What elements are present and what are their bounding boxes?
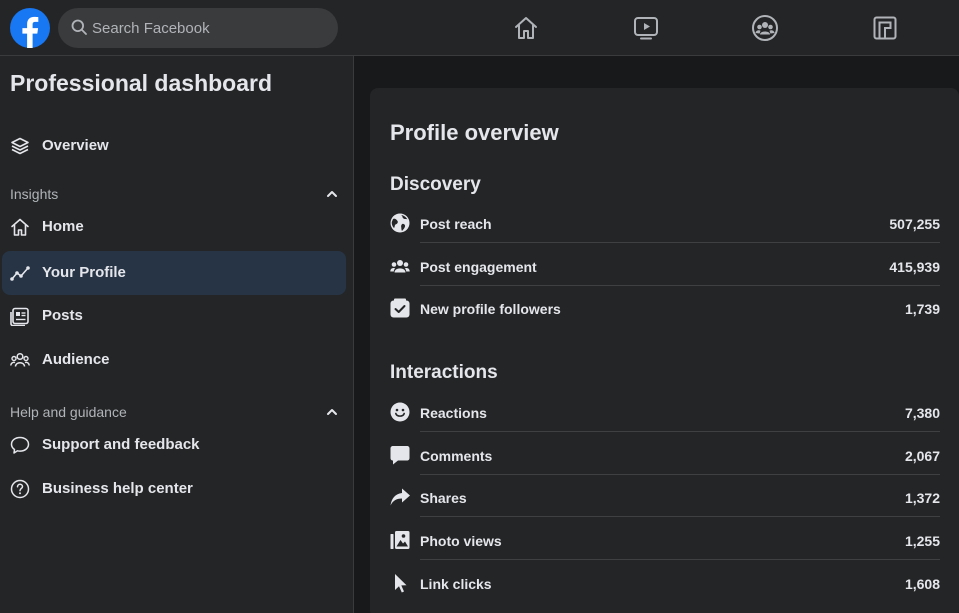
metric-label: Comments [420,448,493,464]
metric-label: Link clicks [420,576,492,592]
metric-value: 415,939 [889,259,940,275]
sidebar-item-label: Your Profile [42,264,126,281]
chevron-up-icon[interactable] [326,188,338,200]
share-arrow-icon [390,488,410,506]
people-icon [390,260,410,273]
section-label: Insights [10,186,59,202]
sidebar-item-home[interactable]: Home [2,205,346,249]
metric-value: 1,372 [904,490,940,506]
sidebar-item-audience[interactable]: Audience [2,338,346,382]
sidebar-item-overview[interactable]: Overview [2,124,346,168]
section-label: Help and guidance [10,404,127,420]
metric-label: Shares [420,490,467,506]
search-icon [71,19,87,35]
metric-row-comments: Comments 2,067 [390,445,940,488]
metric-value: 507,255 [889,216,940,232]
sidebar-title: Professional dashboard [10,70,273,96]
metric-label: Post engagement [420,259,537,275]
sidebar-item-label: Support and feedback [42,436,200,453]
facebook-logo-icon[interactable] [10,8,50,48]
smiley-icon [390,402,410,422]
metric-value: 7,380 [904,405,940,421]
row-divider [420,516,940,517]
sidebar: Professional dashboard Overview Insights… [0,56,354,613]
profile-overview-card: Profile overview Discovery Post reach 50… [370,88,959,613]
sidebar-item-posts[interactable]: Posts [2,294,346,338]
audience-icon [10,352,30,367]
search-input[interactable] [92,8,328,48]
watch-icon[interactable] [632,14,660,42]
sidebar-item-support-feedback[interactable]: Support and feedback [2,423,346,467]
insights-section-header[interactable]: Insights [10,184,346,204]
layers-icon [11,137,29,155]
speech-bubble-icon [10,436,30,454]
metric-value: 1,608 [904,576,940,592]
question-circle-icon [10,479,30,499]
trend-line-icon [10,266,30,281]
metric-row-post-reach: Post reach 507,255 [390,213,940,256]
discovery-heading: Discovery [390,174,481,195]
chevron-up-icon[interactable] [326,406,338,418]
top-navigation-bar [0,0,959,56]
posts-icon [10,307,29,326]
interactions-heading: Interactions [390,362,498,383]
globe-icon [390,213,410,233]
comment-icon [390,446,410,465]
follower-check-icon [390,298,410,318]
row-divider [420,474,940,475]
home-icon[interactable] [512,14,540,42]
sidebar-item-label: Business help center [42,480,193,497]
metric-row-reactions: Reactions 7,380 [390,402,940,445]
metric-row-link-clicks: Link clicks 1,608 [390,573,940,613]
sidebar-item-label: Home [42,218,84,235]
metric-label: Reactions [420,405,487,421]
groups-icon[interactable] [751,14,779,42]
page-title: Profile overview [390,120,559,145]
photo-icon [390,531,410,549]
metric-row-post-engagement: Post engagement 415,939 [390,256,940,299]
metric-value: 1,739 [904,301,940,317]
cursor-icon [395,574,407,593]
sidebar-item-label: Overview [42,137,109,154]
metric-value: 1,255 [904,533,940,549]
sidebar-item-label: Posts [42,307,83,324]
metric-value: 2,067 [904,448,940,464]
row-divider [420,559,940,560]
metric-label: Post reach [420,216,492,232]
sidebar-item-business-help-center[interactable]: Business help center [2,467,346,511]
help-section-header[interactable]: Help and guidance [10,402,346,422]
row-divider [420,431,940,432]
search-box[interactable] [58,8,338,48]
home-outline-icon [11,218,29,236]
row-divider [420,285,940,286]
row-divider [420,242,940,243]
gaming-icon[interactable] [871,14,899,42]
sidebar-item-your-profile[interactable]: Your Profile [2,251,346,295]
metric-label: Photo views [420,533,502,549]
metric-label: New profile followers [420,301,561,317]
metric-row-shares: Shares 1,372 [390,487,940,530]
sidebar-item-label: Audience [42,351,110,368]
metric-row-photo-views: Photo views 1,255 [390,530,940,573]
metric-row-new-profile-followers: New profile followers 1,739 [390,298,940,341]
